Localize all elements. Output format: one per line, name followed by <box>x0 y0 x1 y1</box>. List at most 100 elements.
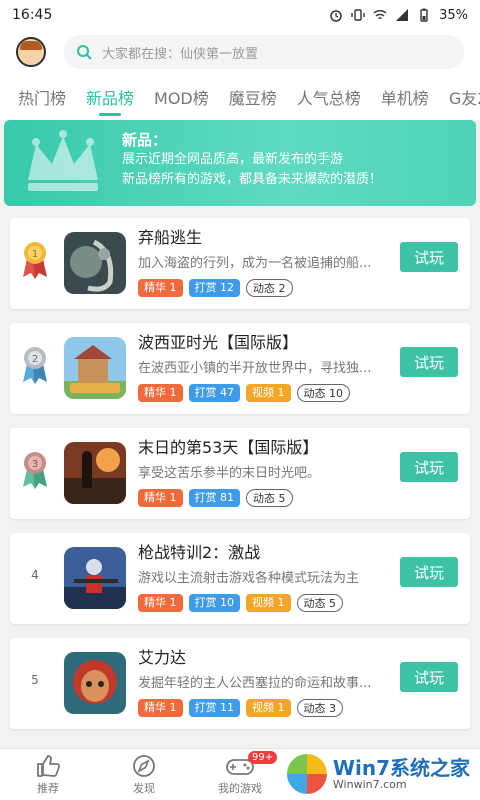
signal-icon <box>396 9 409 21</box>
compass-icon <box>133 754 155 777</box>
search-placeholder: 大家都在搜：仙侠第一放置 <box>102 46 259 62</box>
tag-reward: 打赏 10 <box>188 594 240 612</box>
game-list: 1 弃船逃生 加入海盗的行列，成为一名被追捕的船... 精华 1 打赏 12 动… <box>0 206 480 729</box>
game-tags: 精华 1 打赏 47 视频 1 动态 10 <box>138 384 370 402</box>
tag-reward: 打赏 12 <box>188 279 240 297</box>
game-card[interactable]: 5 艾力达 发掘年轻的主人公西塞拉的命运和故事... 精华 1 打赏 11 视频… <box>10 638 470 729</box>
nav-discover-label: 发现 <box>133 781 155 795</box>
tab-new[interactable]: 新品榜 <box>76 74 144 120</box>
game-info: 艾力达 发掘年轻的主人公西塞拉的命运和故事... 精华 1 打赏 11 视频 1… <box>138 646 370 717</box>
banner-line-2: 新品榜所有的游戏，都具备未来爆款的潜质！ <box>122 172 383 187</box>
rank-number: 1 <box>32 249 38 260</box>
tag-video: 视频 1 <box>246 384 291 402</box>
rank-medal-bronze-icon: 3 <box>20 450 50 490</box>
game-card[interactable]: 4 枪战特训2：激战 游戏以主流射击游戏各种模式玩法为主 精华 1 打赏 10 … <box>10 533 470 624</box>
game-thumbnail[interactable] <box>64 337 126 399</box>
game-tags: 精华 1 打赏 11 视频 1 动态 3 <box>138 699 370 717</box>
tab-popular[interactable]: 人气总榜 <box>287 74 371 120</box>
tab-hot[interactable]: 热门榜 <box>8 74 76 120</box>
rank-number: 4 <box>31 568 39 582</box>
notification-badge: 99+ <box>248 751 278 764</box>
game-tags: 精华 1 打赏 81 动态 5 <box>138 489 370 507</box>
play-button[interactable]: 试玩 <box>400 557 458 587</box>
nav-recommend-label: 推荐 <box>37 781 59 795</box>
game-title[interactable]: 艾力达 <box>138 646 370 670</box>
rank-medal-silver-icon: 2 <box>20 345 50 385</box>
tag-activity: 动态 3 <box>296 699 343 717</box>
play-button[interactable]: 试玩 <box>400 242 458 272</box>
tag-essence: 精华 1 <box>138 594 183 612</box>
tag-reward: 打赏 81 <box>188 489 240 507</box>
watermark: Win7系统之家 Winwin7.com <box>286 754 470 794</box>
game-title[interactable]: 枪战特训2：激战 <box>138 541 370 565</box>
status-time: 16:45 <box>12 7 53 23</box>
banner-title: 新品： <box>122 131 168 149</box>
watermark-brand: Win7系统之家 <box>332 756 470 780</box>
rank-number: 2 <box>32 354 38 365</box>
play-button[interactable]: 试玩 <box>400 347 458 377</box>
game-thumbnail[interactable] <box>64 652 126 714</box>
play-button[interactable]: 试玩 <box>400 452 458 482</box>
game-tags: 精华 1 打赏 12 动态 2 <box>138 279 370 297</box>
game-tags: 精华 1 打赏 10 视频 1 动态 5 <box>138 594 370 612</box>
tag-reward: 打赏 47 <box>188 384 240 402</box>
game-title[interactable]: 末日的第53天【国际版】 <box>138 436 370 460</box>
tag-essence: 精华 1 <box>138 699 183 717</box>
rank-tabs: 热门榜 新品榜 MOD榜 魔豆榜 人气总榜 单机榜 G友24 <box>0 74 480 120</box>
tag-activity: 动态 5 <box>296 594 343 612</box>
tab-offline[interactable]: 单机榜 <box>371 74 439 120</box>
tag-essence: 精华 1 <box>138 489 183 507</box>
battery-level: 35% <box>439 7 468 23</box>
banner-text: 新品： 展示近期全网品质高，最新发布的手游 新品榜所有的游戏，都具备未来爆款的潜… <box>122 130 382 190</box>
tag-essence: 精华 1 <box>138 384 183 402</box>
game-info: 弃船逃生 加入海盗的行列，成为一名被追捕的船... 精华 1 打赏 12 动态 … <box>138 226 370 297</box>
tag-activity: 动态 2 <box>246 279 293 297</box>
tag-activity: 动态 5 <box>246 489 293 507</box>
vibrate-icon <box>351 9 365 21</box>
game-desc: 发掘年轻的主人公西塞拉的命运和故事... <box>138 676 370 691</box>
search-icon <box>77 45 92 60</box>
status-bar: 16:45 35% <box>0 0 480 30</box>
nav-my-games-label: 我的游戏 <box>218 781 262 795</box>
tag-essence: 精华 1 <box>138 279 183 297</box>
search-bar[interactable]: 大家都在搜：仙侠第一放置 <box>64 35 464 69</box>
game-title[interactable]: 波西亚时光【国际版】 <box>138 331 370 355</box>
game-thumbnail[interactable] <box>64 232 126 294</box>
game-desc: 游戏以主流射击游戏各种模式玩法为主 <box>138 571 360 586</box>
game-info: 波西亚时光【国际版】 在波西亚小镇的半开放世界中，寻找独... 精华 1 打赏 … <box>138 331 370 402</box>
tab-modou[interactable]: 魔豆榜 <box>219 74 287 120</box>
watermark-url: Winwin7.com <box>332 778 407 791</box>
game-card[interactable]: 3 末日的第53天【国际版】 享受这苦乐参半的末日时光吧。 精华 1 打赏 81… <box>10 428 470 519</box>
game-info: 枪战特训2：激战 游戏以主流射击游戏各种模式玩法为主 精华 1 打赏 10 视频… <box>138 541 370 612</box>
nav-recommend[interactable]: 推荐 <box>0 749 96 800</box>
battery-icon <box>420 8 428 22</box>
new-games-banner: 新品： 展示近期全网品质高，最新发布的手游 新品榜所有的游戏，都具备未来爆款的潜… <box>4 120 476 206</box>
play-button[interactable]: 试玩 <box>400 662 458 692</box>
thumbs-up-icon <box>37 754 61 777</box>
rank-medal-gold-icon: 1 <box>20 240 50 280</box>
top-bar: 大家都在搜：仙侠第一放置 <box>0 30 480 74</box>
game-thumbnail[interactable] <box>64 547 126 609</box>
crown-icon <box>28 130 98 191</box>
game-card[interactable]: 2 波西亚时光【国际版】 在波西亚小镇的半开放世界中，寻找独... 精华 1 打… <box>10 323 470 414</box>
avatar[interactable] <box>16 37 46 67</box>
game-desc: 享受这苦乐参半的末日时光吧。 <box>138 466 321 481</box>
tag-video: 视频 1 <box>246 699 291 717</box>
game-card[interactable]: 1 弃船逃生 加入海盗的行列，成为一名被追捕的船... 精华 1 打赏 12 动… <box>10 218 470 309</box>
game-info: 末日的第53天【国际版】 享受这苦乐参半的末日时光吧。 精华 1 打赏 81 动… <box>138 436 370 507</box>
tag-video: 视频 1 <box>246 594 291 612</box>
game-title[interactable]: 弃船逃生 <box>138 226 370 250</box>
bottom-nav: 推荐 发现 我的游戏 99+ Win7系统之家 Winwin7.com <box>0 748 480 800</box>
game-desc: 加入海盗的行列，成为一名被追捕的船... <box>138 256 370 271</box>
alarm-icon <box>330 10 342 22</box>
game-thumbnail[interactable] <box>64 442 126 504</box>
tag-activity: 动态 10 <box>296 384 350 402</box>
rank-number: 3 <box>32 459 38 470</box>
tab-gyou[interactable]: G友24 <box>439 74 480 120</box>
nav-discover[interactable]: 发现 <box>96 749 192 800</box>
rank-number: 5 <box>31 673 39 687</box>
nav-my-games[interactable]: 我的游戏 99+ <box>192 749 288 800</box>
tab-mod[interactable]: MOD榜 <box>144 74 219 120</box>
game-desc: 在波西亚小镇的半开放世界中，寻找独... <box>138 361 370 376</box>
windows-logo-icon <box>286 754 327 794</box>
